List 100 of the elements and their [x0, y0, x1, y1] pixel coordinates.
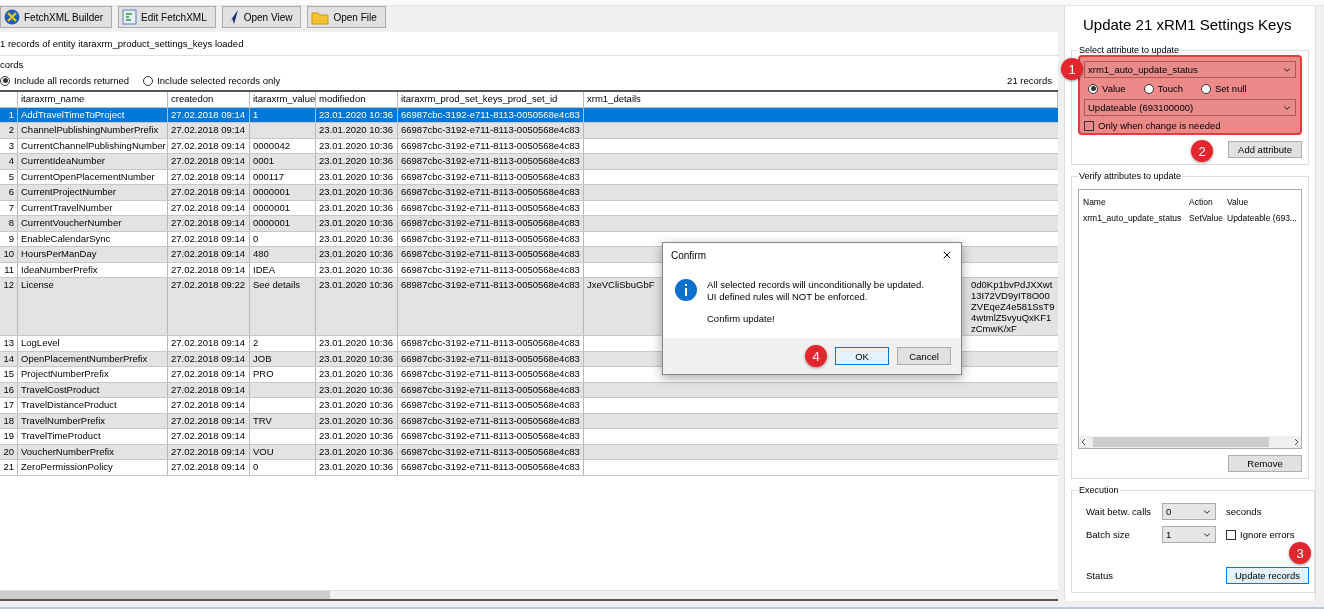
toolbar-button[interactable]: FetchXML Builder	[0, 6, 113, 28]
column-header[interactable]: itaraxrm_value	[250, 92, 316, 107]
toolbar-button[interactable]: Open File	[307, 6, 386, 28]
radio-circle[interactable]	[0, 75, 10, 86]
table-row[interactable]: 2 ChannelPublishingNumberPrefix 27.02.2018 09:14 23.01.2020 10:36 66987cbc-3192-e711-8113-0050568e4c83	[0, 123, 1058, 139]
table-cell: 27.02.2018 09:14	[168, 336, 250, 351]
column-header[interactable]: createdon	[168, 92, 250, 107]
table-cell: 23.01.2020 10:36	[316, 382, 398, 397]
column-header[interactable]: Action	[1188, 190, 1226, 211]
document-icon	[122, 9, 138, 25]
table-cell: 27.02.2018 09:14	[168, 154, 250, 169]
toolbar-button[interactable]: Open View	[221, 6, 302, 28]
column-header[interactable]: modifiedon	[316, 92, 398, 107]
column-header[interactable]: xrm1_details	[584, 92, 1058, 107]
row-number: 7	[0, 200, 18, 215]
wait-dropdown[interactable]: 0	[1162, 503, 1216, 520]
column-header[interactable]: Name	[1082, 190, 1188, 211]
table-cell: 1	[250, 107, 316, 122]
group-title: Verify attributes to update	[1078, 171, 1183, 181]
table-cell: CurrentIdeaNumber	[18, 154, 168, 169]
table-cell: 0000001	[250, 200, 316, 215]
table-cell: 23.01.2020 10:36	[316, 107, 398, 122]
radio-circle[interactable]	[1143, 83, 1154, 94]
row-number: 15	[0, 367, 18, 382]
table-cell: 66987cbc-3192-e711-8113-0050568e4c83	[398, 200, 584, 215]
attribute-dropdown[interactable]: xrm1_auto_update_status	[1084, 61, 1296, 78]
table-cell: 23.01.2020 10:36	[316, 367, 398, 382]
column-header[interactable]: Value	[1226, 190, 1298, 211]
table-cell: 23.01.2020 10:36	[316, 231, 398, 246]
radio-option[interactable]: Touch	[1143, 83, 1183, 94]
table-cell: 0000042	[250, 138, 316, 153]
dialog-button[interactable]: Cancel	[897, 347, 951, 365]
horizontal-scrollbar[interactable]	[0, 590, 1058, 601]
table-cell: 27.02.2018 09:14	[168, 382, 250, 397]
table-cell: 000117	[250, 169, 316, 184]
list-cell-text: Updateable (693...	[1226, 212, 1298, 225]
dialog-message: UI defined rules will NOT be enforced.	[707, 291, 869, 303]
table-cell: CurrentOpenPlacementNumber	[18, 169, 168, 184]
circle-logo-icon	[4, 9, 20, 25]
checkbox[interactable]	[1084, 120, 1094, 131]
radio-option[interactable]: Include all records returned	[0, 75, 130, 86]
table-cell: VoucherNumberPrefix	[18, 444, 168, 459]
table-cell: 27.02.2018 09:14	[168, 460, 250, 475]
table-cell: PRO	[250, 367, 316, 382]
value-dropdown[interactable]: Updateable (693100000)	[1084, 99, 1296, 116]
radio-option[interactable]: Include selected records only	[143, 75, 281, 86]
close-icon[interactable]	[941, 249, 953, 261]
table-cell: 66987cbc-3192-e711-8113-0050568e4c83	[398, 231, 584, 246]
table-cell: 27.02.2018 09:14	[168, 169, 250, 184]
remove-button[interactable]: Remove	[1228, 455, 1302, 472]
table-cell: 66987cbc-3192-e711-8113-0050568e4c83	[398, 429, 584, 444]
checkbox-option[interactable]: Ignore errors	[1226, 529, 1295, 540]
field-label: Wait betw. calls	[1086, 506, 1152, 517]
add-attribute-button[interactable]: Add attribute	[1228, 141, 1302, 158]
table-cell: ChannelPublishingNumberPrefix	[18, 123, 168, 138]
row-number: 19	[0, 429, 18, 444]
unit-label: seconds	[1226, 506, 1262, 517]
row-number: 16	[0, 382, 18, 397]
batch-dropdown[interactable]: 1	[1162, 526, 1216, 543]
table-cell: TravelDistanceProduct	[18, 398, 168, 413]
row-number: 12	[0, 278, 18, 335]
row-number: 13	[0, 336, 18, 351]
update-records-button[interactable]: Update records	[1226, 567, 1309, 584]
checkbox-option[interactable]: Only when change is needed	[1084, 120, 1296, 131]
column-header[interactable]: itaraxrm_prod_set_keys_prod_set_id	[398, 92, 584, 107]
table-cell: 23.01.2020 10:36	[316, 200, 398, 215]
row-number: 2	[0, 123, 18, 138]
table-row[interactable]: 21 ZeroPermissionPolicy 27.02.2018 09:14 0 23.01.2020 10:36 66987cbc-3192-e711-8113-0050568e4c83	[0, 460, 1058, 476]
table-cell: 27.02.2018 09:22	[168, 278, 250, 335]
table-cell: 66987cbc-3192-e711-8113-0050568e4c83	[398, 367, 584, 382]
table-cell: TravelTimeProduct	[18, 429, 168, 444]
table-cell: 27.02.2018 09:14	[168, 200, 250, 215]
table-cell: 23.01.2020 10:36	[316, 278, 398, 335]
row-number: 9	[0, 231, 18, 246]
radio-option[interactable]: Set null	[1200, 83, 1247, 94]
table-row[interactable]: 6 CurrentProjectNumber 27.02.2018 09:14 0000001 23.01.2020 10:36 66987cbc-3192-e711-8113-0050568e4c83	[0, 185, 1058, 201]
radio-option[interactable]: Value	[1088, 83, 1126, 94]
table-cell: 480	[250, 247, 316, 262]
table-cell: LogLevel	[18, 336, 168, 351]
column-header[interactable]: itaraxrm_name	[18, 92, 168, 107]
table-row[interactable]: 4 CurrentIdeaNumber 27.02.2018 09:14 0001 23.01.2020 10:36 66987cbc-3192-e711-8113-0050568e4c83	[0, 154, 1058, 170]
table-row[interactable]: 17 TravelDistanceProduct 27.02.2018 09:14 23.01.2020 10:36 66987cbc-3192-e711-8113-0050568e4c83	[0, 398, 1058, 414]
radio-circle[interactable]	[143, 75, 154, 86]
checkbox[interactable]	[1226, 529, 1236, 540]
table-cell-text: JxeVCliSbuGbF	[586, 278, 656, 292]
toolbar-button[interactable]: Edit FetchXML	[118, 6, 216, 28]
row-number: 5	[0, 169, 18, 184]
dialog-question: Confirm update!	[707, 313, 776, 324]
table-cell: 2	[250, 336, 316, 351]
row-number: 10	[0, 247, 18, 262]
table-row[interactable]: 8 CurrentVoucherNumber 27.02.2018 09:14 0000001 23.01.2020 10:36 66987cbc-3192-e711-8113-0050568e4c83	[0, 216, 1058, 232]
table-cell: 23.01.2020 10:36	[316, 429, 398, 444]
table-cell: 23.01.2020 10:36	[316, 262, 398, 277]
horizontal-scrollbar[interactable]	[1079, 436, 1301, 448]
table-cell: License	[18, 278, 168, 335]
radio-circle[interactable]	[1088, 83, 1098, 94]
table-row[interactable]: 19 TravelTimeProduct 27.02.2018 09:14 23.01.2020 10:36 66987cbc-3192-e711-8113-0050568e4c83	[0, 429, 1058, 445]
dialog-button[interactable]: OK	[835, 347, 889, 365]
row-number: 3	[0, 138, 18, 153]
radio-circle[interactable]	[1200, 83, 1211, 94]
